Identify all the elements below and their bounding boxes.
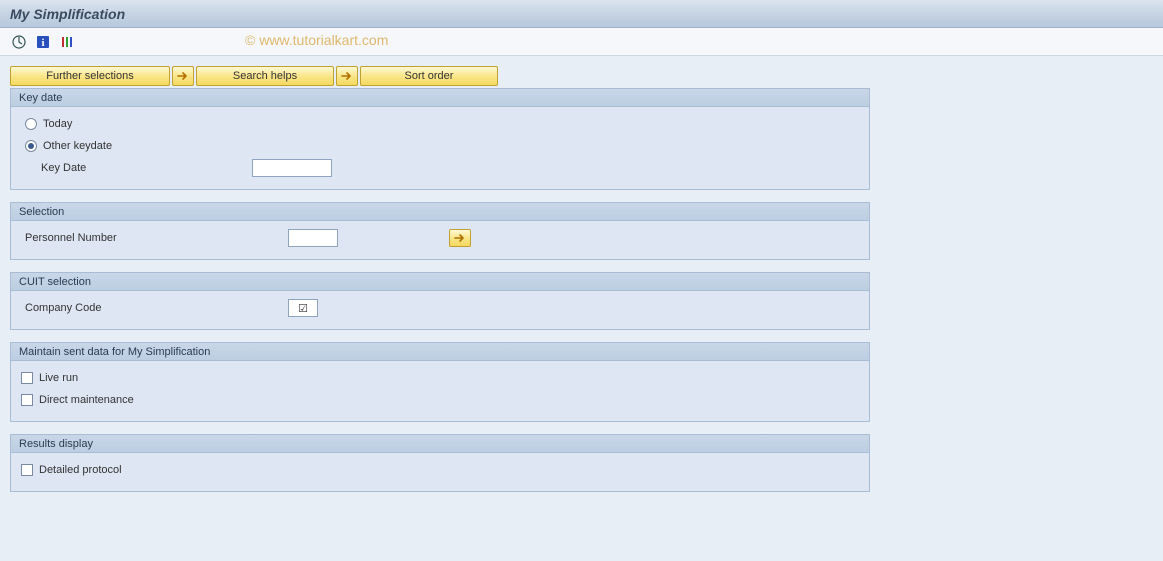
group-title-cuit: CUIT selection [11, 273, 869, 291]
field-row-company-code: Company Code ☑ [21, 297, 859, 319]
check-row-direct-maintenance[interactable]: Direct maintenance [21, 389, 859, 411]
radio-other-label: Other keydate [43, 140, 112, 152]
radio-today[interactable] [25, 118, 37, 130]
group-title-maintain: Maintain sent data for My Simplification [11, 343, 869, 361]
group-title-key-date: Key date [11, 89, 869, 107]
arrow-right-icon [340, 69, 354, 83]
field-row-personnel-number: Personnel Number [21, 227, 859, 249]
search-helps-button[interactable]: Search helps [196, 66, 334, 86]
further-selections-label: Further selections [46, 70, 133, 82]
direct-maintenance-label: Direct maintenance [39, 394, 134, 406]
group-title-results: Results display [11, 435, 869, 453]
content-area: Further selections Search helps Sort ord… [0, 56, 1163, 514]
svg-text:i: i [41, 37, 44, 49]
info-icon[interactable]: i [34, 33, 52, 51]
page-title: My Simplification [10, 6, 125, 22]
company-code-check-input[interactable]: ☑ [288, 299, 318, 317]
detailed-protocol-label: Detailed protocol [39, 464, 122, 476]
group-maintain-sent-data: Maintain sent data for My Simplification… [10, 342, 870, 422]
arrow-right-icon [176, 69, 190, 83]
personnel-number-label: Personnel Number [21, 232, 246, 244]
radio-row-today[interactable]: Today [21, 113, 859, 135]
checkbox-direct-maintenance[interactable] [21, 394, 33, 406]
group-selection: Selection Personnel Number [10, 202, 870, 260]
sort-order-button[interactable]: Sort order [360, 66, 498, 86]
selection-button-row: Further selections Search helps Sort ord… [10, 66, 1153, 86]
company-code-label: Company Code [21, 302, 246, 314]
key-date-label: Key Date [21, 162, 246, 174]
group-results-display: Results display Detailed protocol [10, 434, 870, 492]
arrow-right-icon [453, 231, 467, 245]
sort-order-label: Sort order [405, 70, 454, 82]
watermark-text: © www.tutorialkart.com [245, 32, 388, 48]
radio-other-keydate[interactable] [25, 140, 37, 152]
radio-row-other[interactable]: Other keydate [21, 135, 859, 157]
search-helps-label: Search helps [233, 70, 297, 82]
group-cuit-selection: CUIT selection Company Code ☑ [10, 272, 870, 330]
multiple-selection-button[interactable] [449, 229, 471, 247]
check-row-live-run[interactable]: Live run [21, 367, 859, 389]
group-key-date: Key date Today Other keydate Key Date [10, 88, 870, 190]
checkbox-live-run[interactable] [21, 372, 33, 384]
key-date-input[interactable] [252, 159, 332, 177]
search-helps-arrow-button[interactable] [172, 66, 194, 86]
execute-icon[interactable] [10, 33, 28, 51]
group-title-selection: Selection [11, 203, 869, 221]
variant-icon[interactable] [58, 33, 76, 51]
live-run-label: Live run [39, 372, 78, 384]
field-row-key-date: Key Date [21, 157, 859, 179]
check-row-detailed-protocol[interactable]: Detailed protocol [21, 459, 859, 481]
checkbox-detailed-protocol[interactable] [21, 464, 33, 476]
radio-today-label: Today [43, 118, 72, 130]
further-selections-button[interactable]: Further selections [10, 66, 170, 86]
sort-order-arrow-button[interactable] [336, 66, 358, 86]
personnel-number-input[interactable] [288, 229, 338, 247]
title-bar: My Simplification [0, 0, 1163, 28]
app-toolbar: i © www.tutorialkart.com [0, 28, 1163, 56]
